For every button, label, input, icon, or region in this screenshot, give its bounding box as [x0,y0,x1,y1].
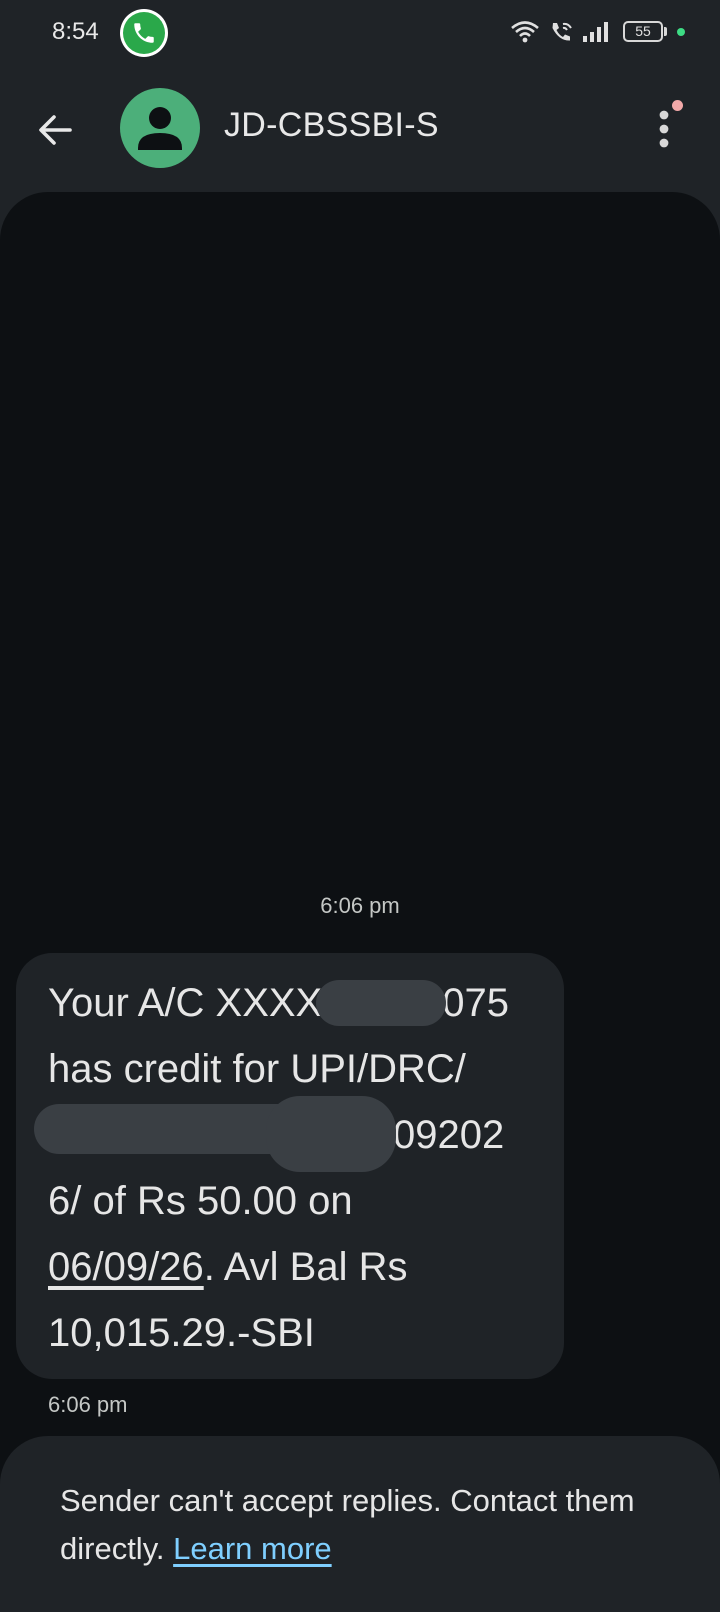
date-divider: 6:06 pm [320,893,400,918]
message-line-1-end: 075 [442,981,509,1025]
signal-icon [583,22,608,42]
whatsapp-icon [120,9,168,57]
status-bar: 8:54 55 [0,0,720,66]
sender-name[interactable]: JD-CBSSBI-S [224,106,439,145]
message-line-3-end: 09202 [393,1113,505,1157]
reply-notice: Sender can't accept replies. Contact the… [60,1477,680,1573]
privacy-indicator-dot [677,28,685,36]
message-line-4: 6/ of Rs 50.00 on [48,1179,353,1223]
wifi-icon [511,21,539,43]
message-timestamp: 6:06 pm [48,1392,128,1417]
message-line-5: . Avl Bal Rs [203,1245,408,1289]
reply-notice-text: Sender can't accept replies. Contact the… [60,1483,635,1566]
learn-more-link[interactable]: Learn more [173,1531,332,1566]
battery-tip [664,27,667,36]
battery-icon: 55 [623,21,663,42]
redaction-mark [266,1096,396,1172]
contact-avatar-icon[interactable] [120,88,200,168]
back-arrow-icon[interactable] [32,106,80,154]
redaction-mark [316,980,446,1026]
more-vert-icon[interactable] [648,104,680,156]
wifi-calling-icon [552,22,572,41]
message-line-6: 10,015.29.-SBI [48,1311,315,1355]
notification-dot [672,100,683,111]
message-line-2: has credit for UPI/DRC/ [48,1047,466,1091]
message-line-1: Your A/C XXXX [48,981,323,1025]
status-clock: 8:54 [52,18,99,45]
date-link[interactable]: 06/09/26 [48,1245,204,1289]
